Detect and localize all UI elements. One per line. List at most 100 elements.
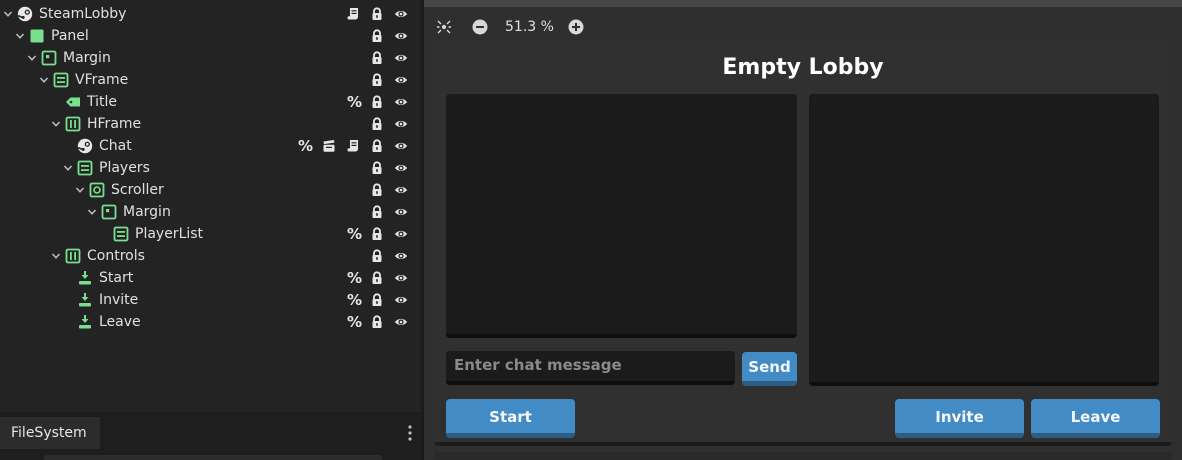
lock-icon[interactable] bbox=[370, 95, 384, 109]
dock-menu-icon[interactable] bbox=[406, 423, 414, 443]
scene-tree-row-title[interactable]: Title% bbox=[0, 91, 421, 113]
chat-area[interactable] bbox=[446, 94, 797, 338]
scene-tree-label: Chat bbox=[99, 138, 132, 154]
zoom-toolbar: 51.3 % bbox=[424, 14, 624, 40]
scene-tree-row-vframe[interactable]: VFrame bbox=[0, 69, 421, 91]
lock-icon[interactable] bbox=[370, 139, 384, 153]
chevron-down-icon[interactable] bbox=[51, 119, 61, 129]
lobby-panel: Empty Lobby Send Start Invite Leave bbox=[434, 40, 1172, 446]
lock-icon[interactable] bbox=[370, 7, 384, 21]
hbox-container-icon bbox=[65, 116, 81, 132]
scene-tree-label: PlayerList bbox=[135, 226, 204, 242]
hbox-container-icon bbox=[65, 248, 81, 264]
visibility-eye-icon[interactable] bbox=[394, 183, 408, 197]
scene-tree-row-start[interactable]: Start% bbox=[0, 267, 421, 289]
lock-icon[interactable] bbox=[370, 315, 384, 329]
percent-anchor-icon[interactable]: % bbox=[347, 224, 362, 244]
scene-tree-label: Margin bbox=[63, 50, 111, 66]
chevron-down-icon[interactable] bbox=[87, 207, 97, 217]
vbox-container-icon bbox=[53, 72, 69, 88]
panel-node-icon bbox=[29, 28, 45, 44]
lock-icon[interactable] bbox=[370, 183, 384, 197]
scene-tree-label: Title bbox=[87, 94, 118, 110]
visibility-eye-icon[interactable] bbox=[394, 315, 408, 329]
scene-tree-row-playerlist[interactable]: PlayerList% bbox=[0, 223, 421, 245]
script-icon[interactable] bbox=[346, 139, 360, 153]
visibility-eye-icon[interactable] bbox=[394, 139, 408, 153]
scene-tree-label: Scroller bbox=[111, 182, 164, 198]
lock-icon[interactable] bbox=[370, 73, 384, 87]
send-button[interactable]: Send bbox=[742, 352, 797, 386]
invite-button[interactable]: Invite bbox=[895, 399, 1024, 438]
chevron-down-icon[interactable] bbox=[39, 75, 49, 85]
scene-tree-row-players[interactable]: Players bbox=[0, 157, 421, 179]
scene-tree-row-invite[interactable]: Invite% bbox=[0, 289, 421, 311]
canvas-viewport[interactable]: 51.3 % Empty Lobby Send Start Invite Lea… bbox=[424, 0, 1182, 460]
steam-node-icon bbox=[77, 138, 93, 154]
lock-icon[interactable] bbox=[370, 29, 384, 43]
lock-icon[interactable] bbox=[370, 51, 384, 65]
lock-icon[interactable] bbox=[370, 161, 384, 175]
percent-anchor-icon[interactable]: % bbox=[347, 92, 362, 112]
scene-tree-label: Controls bbox=[87, 248, 145, 264]
scene-tree-row-chat[interactable]: Chat% bbox=[0, 135, 421, 157]
scene-tree-row-steamlobby[interactable]: SteamLobby bbox=[0, 3, 421, 25]
visibility-eye-icon[interactable] bbox=[394, 249, 408, 263]
player-list-area[interactable] bbox=[809, 94, 1159, 386]
chat-message-input[interactable] bbox=[446, 351, 735, 385]
visibility-eye-icon[interactable] bbox=[394, 29, 408, 43]
lock-icon[interactable] bbox=[370, 227, 384, 241]
scene-tree-label: VFrame bbox=[75, 72, 129, 88]
visibility-eye-icon[interactable] bbox=[394, 73, 408, 87]
visibility-eye-icon[interactable] bbox=[394, 51, 408, 65]
visibility-eye-icon[interactable] bbox=[394, 271, 408, 285]
percent-anchor-icon[interactable]: % bbox=[347, 312, 362, 332]
button-node-icon bbox=[77, 270, 93, 286]
scene-tree-row-leave[interactable]: Leave% bbox=[0, 311, 421, 333]
tab-filesystem[interactable]: FileSystem bbox=[0, 417, 100, 449]
visibility-eye-icon[interactable] bbox=[394, 117, 408, 131]
start-button[interactable]: Start bbox=[446, 399, 575, 438]
scene-tree-row-hframe[interactable]: HFrame bbox=[0, 113, 421, 135]
visibility-eye-icon[interactable] bbox=[394, 161, 408, 175]
percent-anchor-icon[interactable]: % bbox=[347, 268, 362, 288]
script-icon[interactable] bbox=[346, 7, 360, 21]
center-view-icon[interactable] bbox=[435, 18, 453, 36]
button-node-icon bbox=[77, 292, 93, 308]
zoom-level[interactable]: 51.3 % bbox=[505, 18, 554, 36]
leave-button[interactable]: Leave bbox=[1031, 399, 1160, 438]
margin-container-icon bbox=[41, 50, 57, 66]
chevron-down-icon[interactable] bbox=[15, 31, 25, 41]
zoom-out-icon[interactable] bbox=[471, 18, 489, 36]
chevron-down-icon[interactable] bbox=[75, 185, 85, 195]
lock-icon[interactable] bbox=[370, 205, 384, 219]
chevron-down-icon[interactable] bbox=[51, 251, 61, 261]
filesystem-path-bar[interactable] bbox=[44, 455, 382, 460]
scene-tree-row-scroller[interactable]: Scroller bbox=[0, 179, 421, 201]
percent-anchor-icon[interactable]: % bbox=[298, 136, 313, 156]
lock-icon[interactable] bbox=[370, 249, 384, 263]
lock-icon[interactable] bbox=[370, 293, 384, 307]
visibility-eye-icon[interactable] bbox=[394, 205, 408, 219]
visibility-eye-icon[interactable] bbox=[394, 7, 408, 21]
scene-tree-row-panel[interactable]: Panel bbox=[0, 25, 421, 47]
viewport-toolbar-edge bbox=[424, 0, 1182, 7]
scene-tree-row-controls[interactable]: Controls bbox=[0, 245, 421, 267]
percent-anchor-icon[interactable]: % bbox=[347, 290, 362, 310]
scene-tree-row-margin2[interactable]: Margin bbox=[0, 201, 421, 223]
visibility-eye-icon[interactable] bbox=[394, 293, 408, 307]
chevron-down-icon[interactable] bbox=[27, 53, 37, 63]
vbox-container-icon bbox=[113, 226, 129, 242]
visibility-eye-icon[interactable] bbox=[394, 95, 408, 109]
scene-tree-row-margin[interactable]: Margin bbox=[0, 47, 421, 69]
lock-icon[interactable] bbox=[370, 271, 384, 285]
zoom-in-icon[interactable] bbox=[567, 18, 585, 36]
button-node-icon bbox=[77, 314, 93, 330]
scene-tree-label: Margin bbox=[123, 204, 171, 220]
chevron-down-icon[interactable] bbox=[63, 163, 73, 173]
lock-icon[interactable] bbox=[370, 117, 384, 131]
margin-container-icon bbox=[101, 204, 117, 220]
chevron-down-icon[interactable] bbox=[3, 9, 13, 19]
visibility-eye-icon[interactable] bbox=[394, 227, 408, 241]
clapperboard-icon[interactable] bbox=[322, 139, 336, 153]
